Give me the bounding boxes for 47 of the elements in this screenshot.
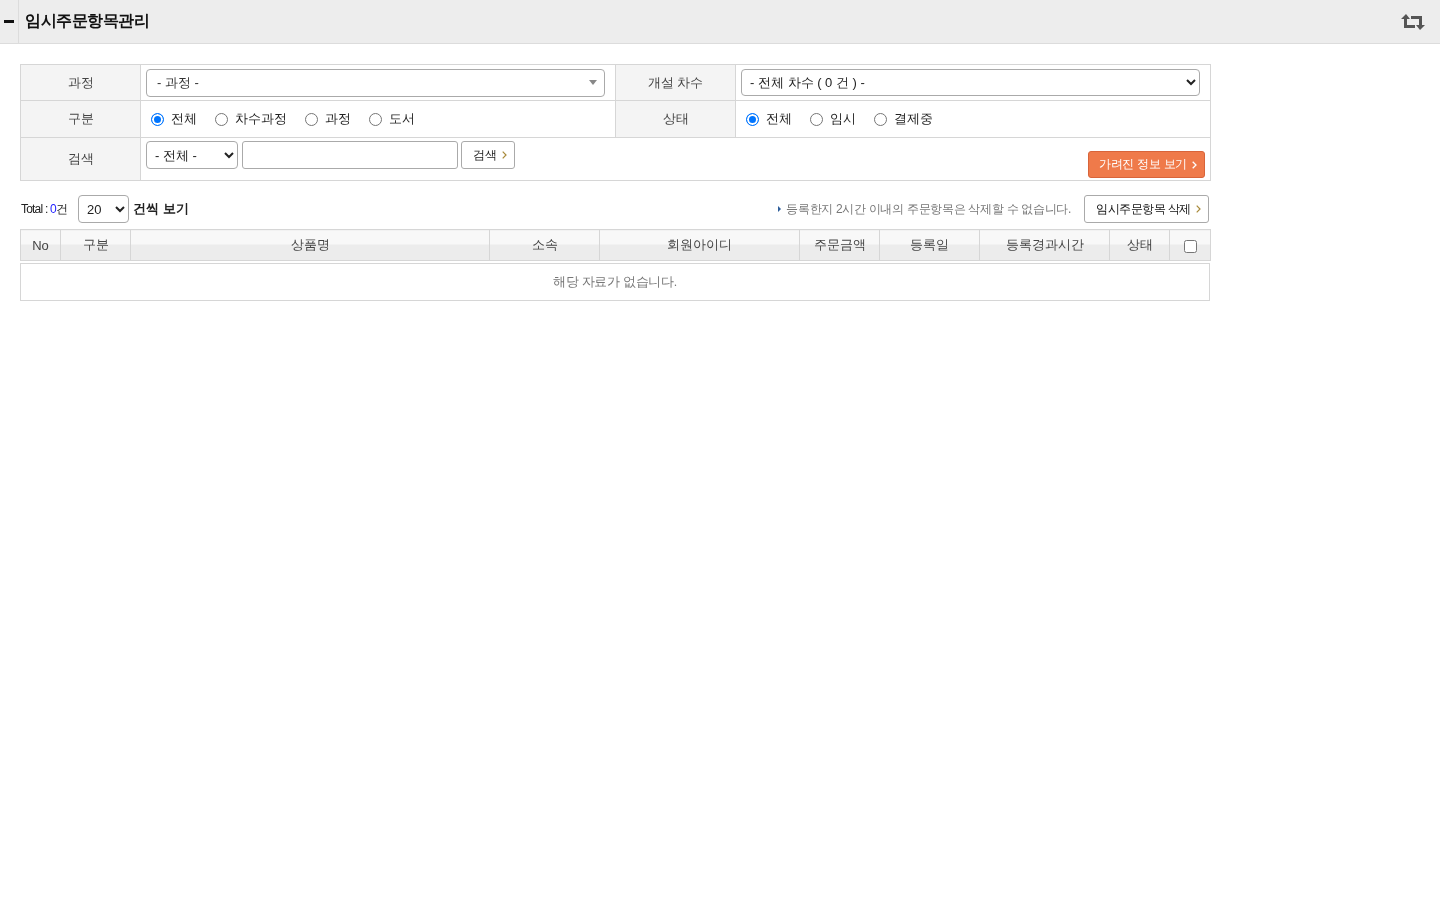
radio-button[interactable] — [151, 112, 164, 126]
session-select[interactable]: - 전체 차수 ( 0 건 ) - — [741, 69, 1200, 96]
search-button[interactable]: 검색 — [461, 141, 515, 169]
notice-text: 등록한지 2시간 이내의 주문항목은 삭제할 수 없습니다. — [786, 200, 1072, 218]
delete-button[interactable]: 임시주문항목 삭제 — [1084, 195, 1209, 223]
select-all-checkbox[interactable] — [1183, 239, 1197, 253]
chevron-icon — [1192, 160, 1197, 169]
column-header: 회원아이디 — [599, 229, 800, 261]
column-header: 등록경과시간 — [979, 229, 1110, 261]
column-header: 주문금액 — [799, 229, 880, 261]
radio-label[interactable]: 전체 — [766, 110, 792, 128]
page-title: 임시주문항목관리 — [25, 11, 149, 31]
column-header: 상품명 — [130, 229, 490, 261]
radio-label[interactable]: 도서 — [389, 110, 415, 128]
radio-button[interactable] — [746, 112, 759, 126]
column-header: 상태 — [1109, 229, 1170, 261]
filter-label: 검색 — [20, 137, 141, 181]
radio-label[interactable]: 결제중 — [894, 110, 933, 128]
filter-label: 구분 — [20, 100, 141, 138]
radio-button[interactable] — [305, 112, 318, 126]
search-field-select[interactable]: - 전체 - — [146, 141, 238, 169]
column-header: No — [20, 229, 61, 261]
search-input[interactable] — [242, 141, 458, 169]
column-header: 등록일 — [879, 229, 980, 261]
column-header: 구분 — [60, 229, 131, 261]
radio-label[interactable]: 임시 — [830, 110, 856, 128]
page-size-select[interactable]: 20 — [78, 195, 130, 223]
course-select[interactable]: - 과정 - — [146, 68, 605, 97]
chevron-icon — [502, 151, 507, 159]
page-size-label: 건씩 보기 — [133, 200, 189, 218]
empty-message: 해당 자료가 없습니다. — [20, 263, 1210, 301]
dropdown-triangle-icon — [589, 80, 597, 85]
radio-label[interactable]: 전체 — [171, 110, 197, 128]
triangle-bullet-icon — [778, 206, 782, 212]
radio-button[interactable] — [369, 112, 382, 126]
refresh-icon[interactable] — [1401, 13, 1425, 30]
filter-label: 상태 — [615, 100, 736, 138]
filter-label: 개설 차수 — [615, 64, 736, 101]
radio-button[interactable] — [810, 112, 823, 126]
radio-label[interactable]: 과정 — [325, 110, 351, 128]
radio-button[interactable] — [874, 112, 887, 126]
total-count: Total : 0건 — [21, 200, 68, 218]
radio-button[interactable] — [215, 112, 228, 126]
radio-label[interactable]: 차수과정 — [235, 110, 287, 128]
column-header: 소속 — [489, 229, 600, 261]
chevron-icon — [1196, 205, 1201, 213]
filter-label: 과정 — [20, 64, 141, 101]
